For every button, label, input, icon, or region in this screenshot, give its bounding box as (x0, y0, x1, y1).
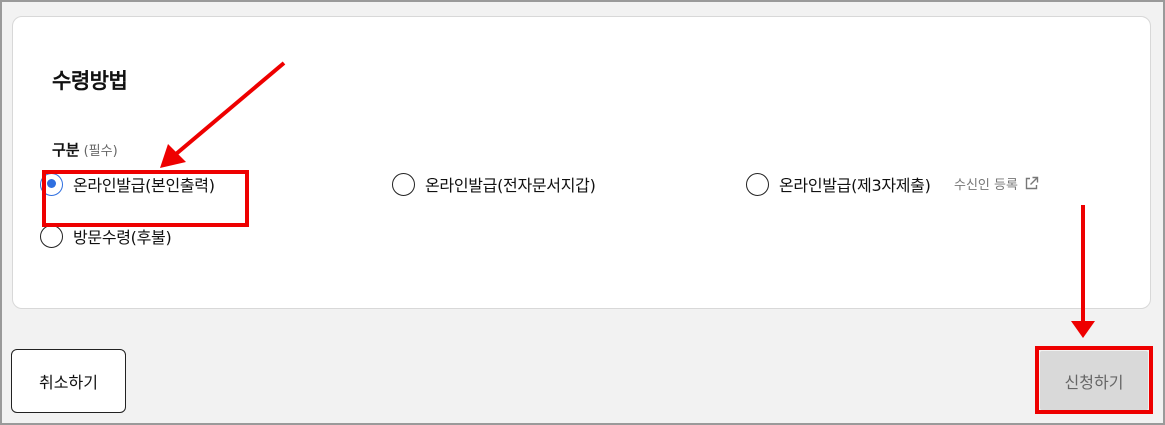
required-marker: (필수) (83, 144, 118, 159)
external-link-icon (1025, 176, 1039, 190)
radio-option-online-self-print[interactable]: 온라인발급(본인출력) (40, 172, 215, 196)
radio-option-visit-pickup[interactable]: 방문수령(후불) (40, 224, 172, 248)
radio-option-online-third-party[interactable]: 온라인발급(제3자제출) (746, 172, 931, 196)
field-label-text: 구분 (52, 141, 80, 159)
recipient-register-link[interactable]: 수신인 등록 (954, 174, 1039, 193)
radio-unchecked-icon[interactable] (746, 172, 769, 196)
field-label: 구분 (필수) (52, 139, 118, 160)
radio-option-online-e-wallet[interactable]: 온라인발급(전자문서지갑) (392, 172, 596, 196)
radio-unchecked-icon[interactable] (392, 172, 415, 196)
radio-label: 온라인발급(본인출력) (73, 176, 215, 195)
radio-checked-icon[interactable] (40, 172, 63, 196)
radio-label: 방문수령(후불) (73, 228, 172, 247)
receipt-method-card: 수령방법 구분 (필수) (12, 16, 1151, 309)
section-title: 수령방법 (52, 69, 128, 93)
recipient-register-label: 수신인 등록 (954, 178, 1018, 193)
annotation-arrow-head (1071, 321, 1095, 338)
apply-button[interactable]: 신청하기 (1040, 351, 1148, 410)
radio-label: 온라인발급(전자문서지갑) (425, 176, 596, 195)
radio-unchecked-icon[interactable] (40, 224, 63, 248)
radio-label: 온라인발급(제3자제출) (779, 176, 931, 195)
cancel-button[interactable]: 취소하기 (11, 349, 126, 413)
